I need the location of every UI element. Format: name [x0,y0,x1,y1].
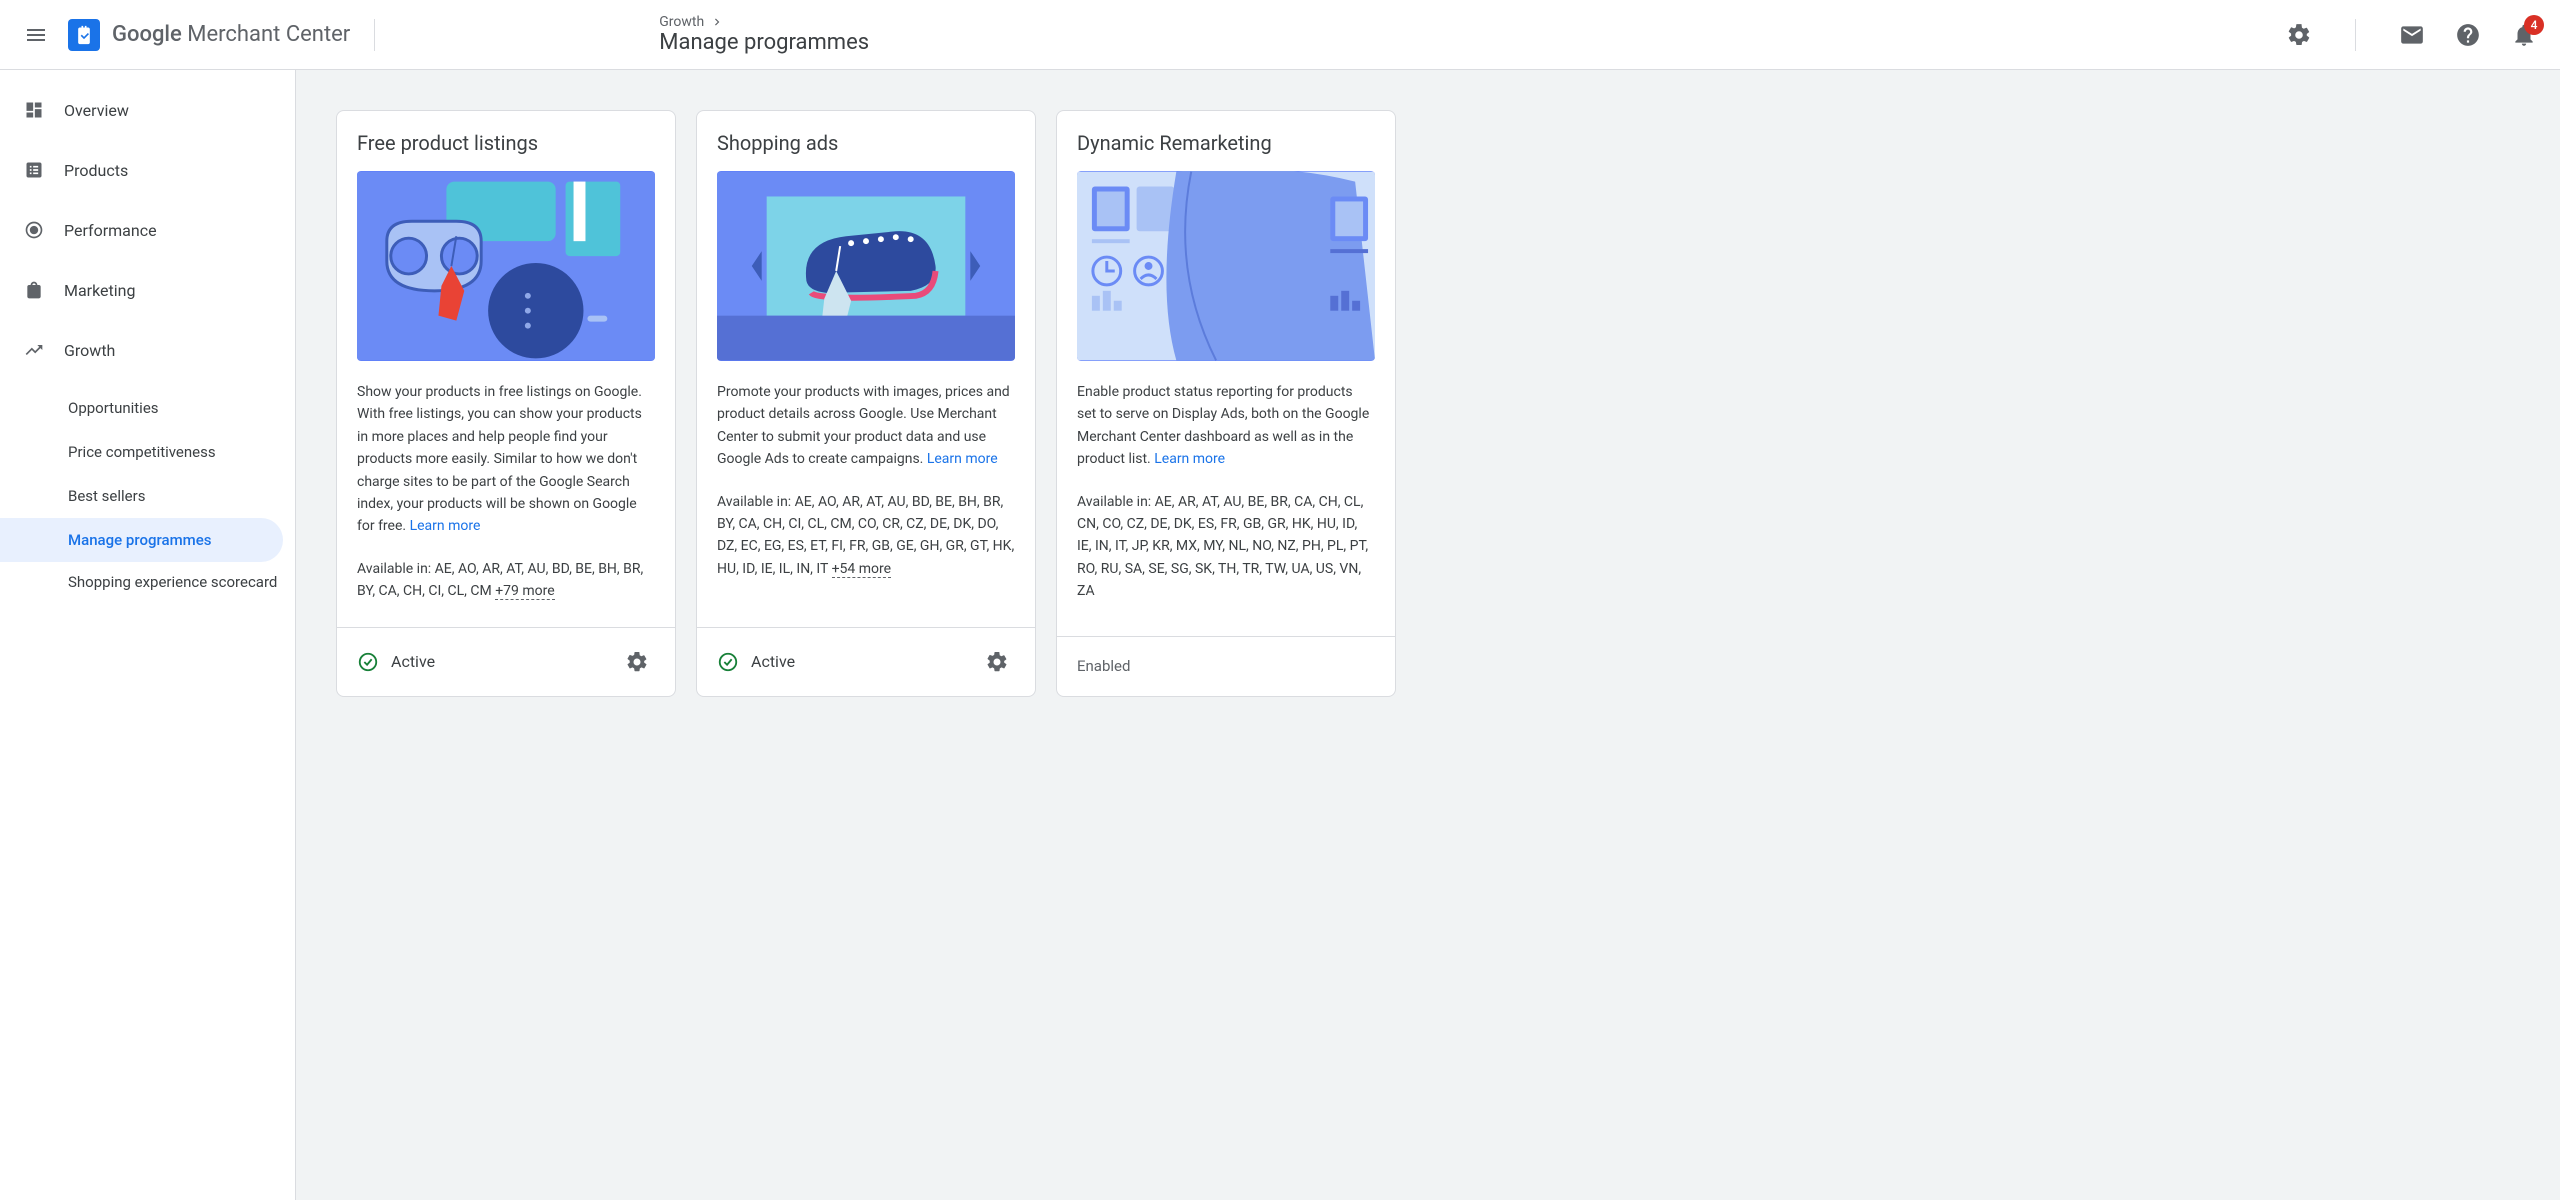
sidebar-item-performance[interactable]: Performance [0,206,295,254]
sidebar-sub-opportunities[interactable]: Opportunities [0,386,283,430]
sidebar: Overview Products Performance Marketing … [0,70,296,1200]
check-circle-icon [357,651,379,673]
mail-button[interactable] [2388,11,2436,59]
breadcrumb[interactable]: Growth [659,14,2275,30]
more-countries-link[interactable]: +54 more [832,561,891,578]
sidebar-sub-shopping-scorecard[interactable]: Shopping experience scorecard [0,562,283,603]
status-enabled: Enabled [1077,657,1130,675]
card-shopping-ads: Shopping ads [696,110,1036,697]
merchant-center-logo-icon [68,19,100,51]
card-free-product-listings: Free product listings [336,110,676,697]
sidebar-item-overview[interactable]: Overview [0,86,295,134]
card-settings-button[interactable] [979,644,1015,680]
check-circle-icon [717,651,739,673]
list-icon [24,160,44,180]
card-availability: Available in: AE, AO, AR, AT, AU, BD, BE… [357,558,655,603]
donut-icon [24,220,44,240]
sidebar-sub-manage-programmes[interactable]: Manage programmes [0,518,283,562]
notifications-button[interactable]: 4 [2500,11,2548,59]
sidebar-item-label: Products [64,161,128,180]
card-title: Free product listings [357,131,655,155]
sidebar-sub-price-competitiveness[interactable]: Price competitiveness [0,430,283,474]
card-availability: Available in: AE, AR, AT, AU, BE, BR, CA… [1077,491,1375,603]
divider [2355,19,2356,51]
help-button[interactable] [2444,11,2492,59]
divider [374,19,375,51]
sidebar-item-label: Overview [64,101,129,120]
logo[interactable]: Google Merchant Center [68,19,350,51]
bag-icon [24,280,44,300]
sidebar-sub-best-sellers[interactable]: Best sellers [0,474,283,518]
notification-badge: 4 [2524,15,2544,35]
menu-button[interactable] [12,11,60,59]
sidebar-item-marketing[interactable]: Marketing [0,266,295,314]
more-countries-link[interactable]: +79 more [495,583,554,600]
learn-more-link[interactable]: Learn more [410,518,481,534]
learn-more-link[interactable]: Learn more [1154,451,1225,467]
chevron-right-icon [710,15,724,29]
sidebar-item-label: Marketing [64,281,135,300]
card-description: Enable product status reporting for prod… [1077,381,1375,471]
card-settings-button[interactable] [619,644,655,680]
learn-more-link[interactable]: Learn more [927,451,998,467]
card-illustration [357,171,655,361]
status-active: Active [717,651,795,673]
main-content: Free product listings [296,70,2560,1200]
breadcrumb-parent: Growth [659,14,704,30]
card-title: Dynamic Remarketing [1077,131,1375,155]
sidebar-item-label: Growth [64,341,115,360]
status-label: Active [391,652,435,671]
card-dynamic-remarketing: Dynamic Remarketing [1056,110,1396,697]
status-label: Active [751,652,795,671]
card-availability: Available in: AE, AO, AR, AT, AU, BD, BE… [717,491,1015,581]
card-title: Shopping ads [717,131,1015,155]
page-title: Manage programmes [659,30,2275,55]
card-description: Promote your products with images, price… [717,381,1015,471]
card-description: Show your products in free listings on G… [357,381,655,538]
status-active: Active [357,651,435,673]
sidebar-item-label: Performance [64,221,157,240]
sidebar-item-growth[interactable]: Growth [0,326,295,374]
trending-icon [24,340,44,360]
card-illustration [1077,171,1375,361]
card-illustration [717,171,1015,361]
logo-text: Google Merchant Center [112,22,350,47]
dashboard-icon [24,100,44,120]
settings-button[interactable] [2275,11,2323,59]
sidebar-item-products[interactable]: Products [0,146,295,194]
